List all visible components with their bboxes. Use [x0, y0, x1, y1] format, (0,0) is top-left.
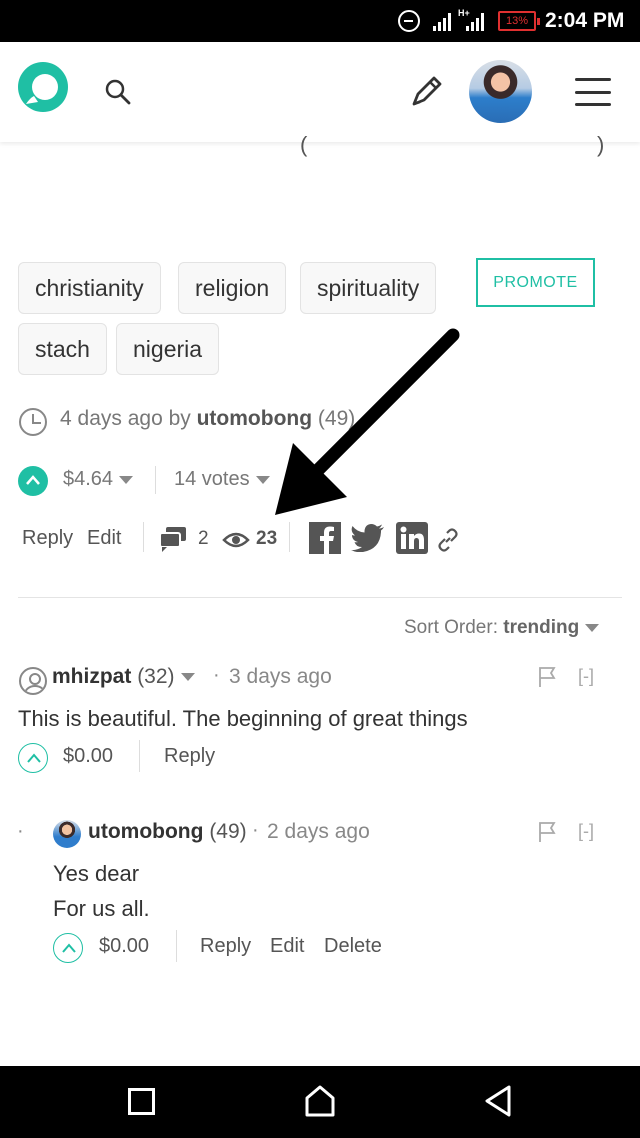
search-icon[interactable] [104, 78, 132, 111]
view-count: 23 [256, 528, 278, 549]
comment-time[interactable]: 2 days ago [267, 820, 370, 844]
post-votes[interactable]: 14 votes [174, 468, 270, 491]
promote-button[interactable]: PROMOTE [476, 258, 595, 307]
steemit-logo-icon[interactable] [16, 60, 70, 119]
divider [139, 740, 140, 772]
collapse-toggle[interactable]: [-] [578, 821, 594, 842]
text-fragment-left: ( [300, 132, 308, 157]
divider [289, 522, 290, 552]
flag-icon[interactable] [537, 821, 557, 848]
comment-reply-link[interactable]: Reply [200, 935, 251, 958]
eye-icon [222, 530, 250, 555]
separator-dot: · [213, 664, 220, 686]
tag-stach[interactable]: stach [18, 323, 107, 375]
twitter-icon[interactable] [351, 524, 385, 557]
signal-icon [433, 11, 451, 31]
app-header [0, 42, 640, 142]
comment-body-line-2: For us all. [53, 896, 150, 921]
collapse-toggle[interactable]: [-] [578, 666, 594, 687]
flag-icon[interactable] [537, 666, 557, 693]
hamburger-menu-icon[interactable] [575, 78, 611, 106]
sort-order[interactable]: Sort Order: trending [404, 617, 600, 639]
comment-count: 2 [198, 528, 209, 549]
post-reply-link[interactable]: Reply [22, 527, 73, 550]
recent-apps-icon[interactable] [128, 1088, 155, 1115]
comment-time[interactable]: 3 days ago [229, 665, 332, 689]
divider [176, 930, 177, 962]
text-fragment-right: ) [597, 132, 605, 157]
do-not-disturb-icon [398, 10, 420, 32]
tag-religion[interactable]: religion [178, 262, 287, 314]
commenter-avatar [53, 820, 81, 848]
sort-order-value: trending [503, 617, 580, 638]
linkedin-icon[interactable] [396, 522, 428, 554]
comment-edit-link[interactable]: Edit [270, 935, 304, 958]
thread-dot: · [17, 820, 24, 842]
battery-indicator: 13% [498, 11, 540, 31]
post-payout[interactable]: $4.64 [63, 468, 134, 491]
clock-time: 2:04 PM [545, 9, 625, 32]
divider [155, 466, 156, 494]
tag-spirituality[interactable]: spirituality [300, 262, 437, 314]
post-age: 4 days ago by [60, 407, 191, 430]
upvote-button[interactable] [18, 743, 48, 773]
comments-icon[interactable] [158, 525, 188, 558]
divider [143, 522, 144, 552]
separator-dot: · [252, 819, 259, 841]
post-edit-link[interactable]: Edit [87, 527, 121, 550]
user-placeholder-icon [19, 667, 47, 695]
chevron-down-icon [585, 623, 600, 632]
annotation-arrow-icon [265, 325, 465, 525]
comment-author[interactable]: utomobong (49) [88, 820, 247, 844]
comment-body-line-1: Yes dear [53, 861, 140, 886]
comment-author[interactable]: mhizpat (32) [52, 665, 195, 689]
comment-delete-link[interactable]: Delete [324, 935, 382, 958]
chevron-down-icon [119, 475, 134, 484]
comment-body: This is beautiful. The beginning of grea… [18, 706, 468, 731]
user-avatar[interactable] [469, 60, 532, 123]
tag-christianity[interactable]: christianity [18, 262, 161, 314]
upvote-button[interactable] [53, 933, 83, 963]
facebook-icon[interactable] [309, 522, 341, 554]
comment-payout[interactable]: $0.00 [99, 935, 149, 958]
upvote-button[interactable] [18, 466, 48, 496]
clock-icon [19, 408, 47, 436]
link-icon[interactable] [436, 528, 460, 557]
section-divider [18, 597, 622, 598]
android-navigation-bar [0, 1066, 640, 1138]
back-icon[interactable] [482, 1084, 514, 1123]
signal-icon-2 [466, 11, 484, 31]
home-icon[interactable] [304, 1084, 336, 1123]
status-bar: H+ 13% 2:04 PM [0, 0, 640, 42]
chevron-down-icon [180, 673, 195, 682]
tag-nigeria[interactable]: nigeria [116, 323, 220, 375]
write-post-icon[interactable] [410, 72, 446, 113]
comment-reply-link[interactable]: Reply [164, 745, 215, 768]
comment-payout[interactable]: $0.00 [63, 745, 113, 768]
